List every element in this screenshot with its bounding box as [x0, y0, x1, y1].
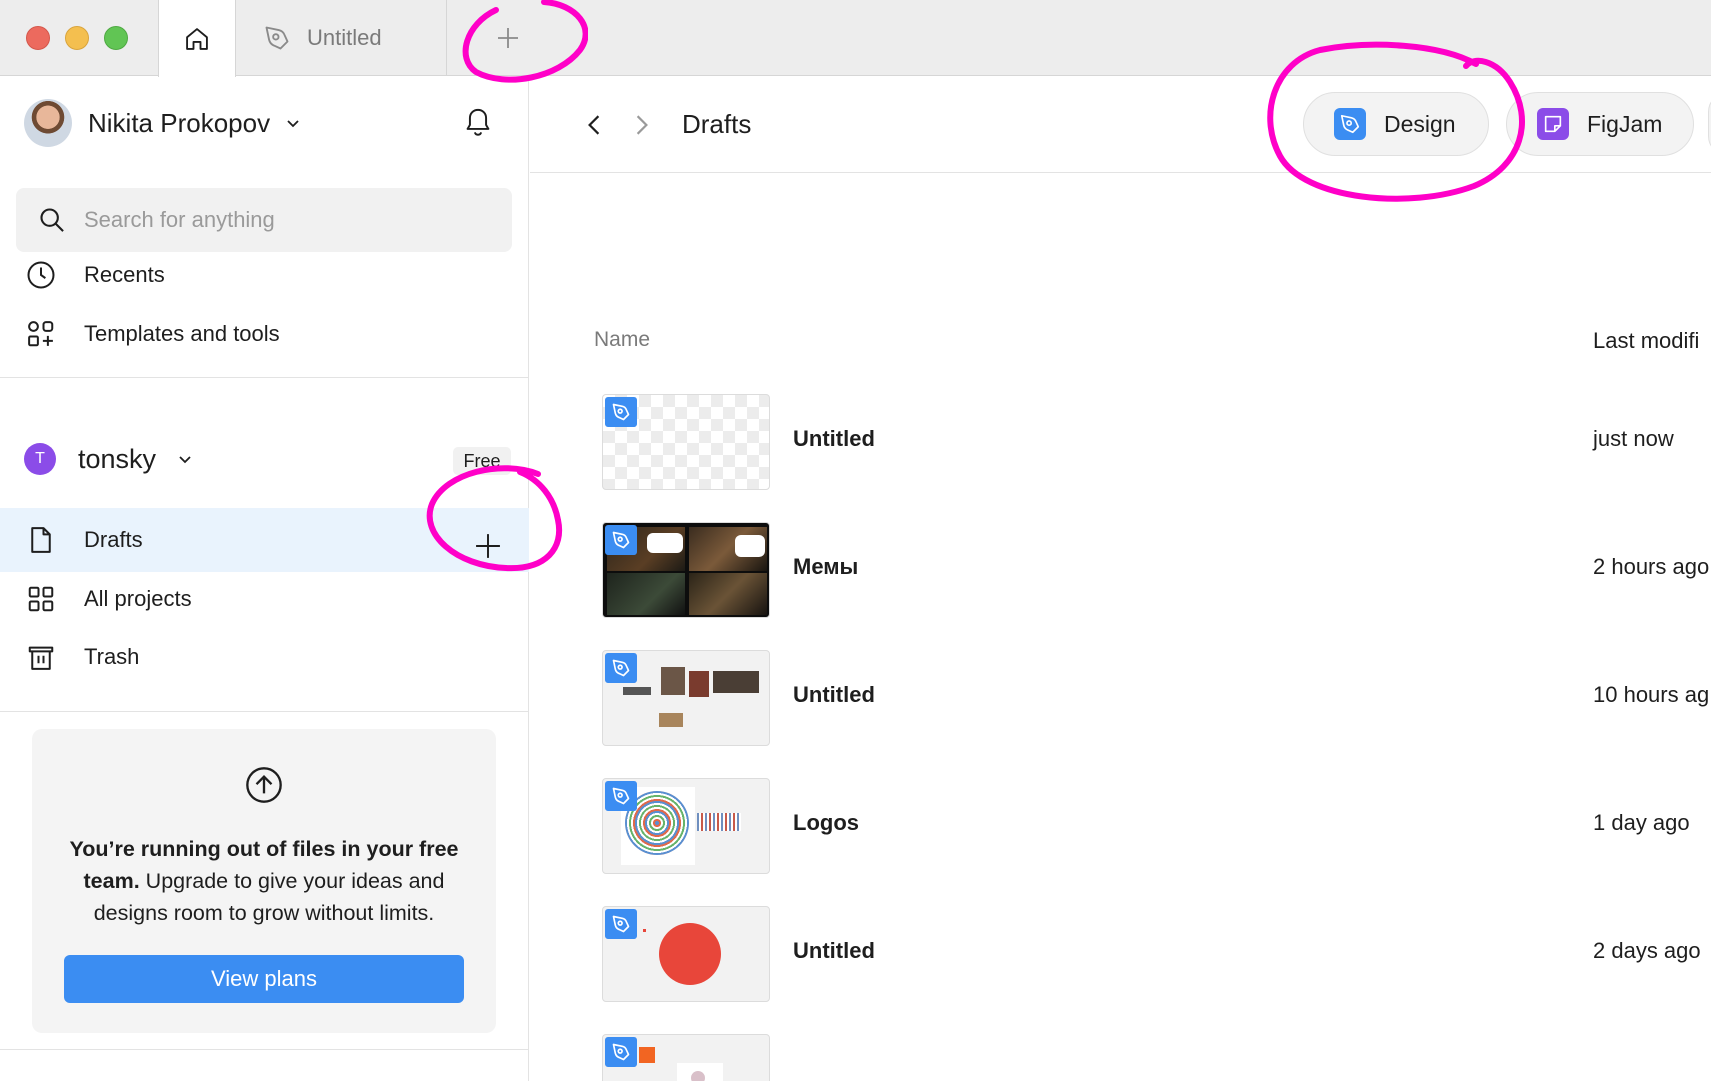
new-draft-button[interactable]: [470, 528, 506, 564]
file-modified: 2 days ago: [1593, 938, 1701, 963]
pen-tool-icon: [265, 26, 289, 50]
sidebar-item-trash[interactable]: Trash: [0, 625, 529, 689]
file-row[interactable]: Logos 1 day ago: [530, 765, 1711, 893]
sidebar-item-all-projects[interactable]: All projects: [0, 567, 529, 631]
chevron-right-icon: [636, 115, 648, 135]
shapes-icon: [26, 319, 56, 349]
file-icon: [26, 525, 56, 555]
upgrade-message: You’re running out of files in your free…: [52, 833, 476, 929]
file-row[interactable]: Untitled 10 hours ag: [530, 637, 1711, 765]
tab-label: Untitled: [307, 25, 382, 50]
view-plans-button[interactable]: View plans: [64, 955, 464, 1003]
search-icon: [40, 208, 64, 232]
sidebar-item-label: All projects: [84, 586, 192, 611]
chevron-down-icon: [287, 120, 299, 128]
figjam-button-label: FigJam: [1587, 110, 1663, 137]
file-row[interactable]: Untitled 2 days ago: [530, 893, 1711, 1021]
file-name: Untitled: [793, 426, 875, 451]
column-header-name[interactable]: Name: [594, 328, 650, 352]
new-tab-button[interactable]: [490, 20, 526, 56]
sidebar-item-recents[interactable]: Recents: [0, 243, 529, 307]
file-thumbnail: [602, 650, 770, 746]
avatar: [24, 99, 72, 147]
file-modified: 10 hours ag: [1593, 682, 1710, 707]
file-name: Untitled: [793, 938, 875, 963]
sidebar: Nikita Prokopov Recents Templates and to…: [0, 77, 529, 1081]
design-file-icon: [605, 909, 637, 939]
account-switcher[interactable]: Nikita Prokopov: [24, 99, 300, 147]
chevron-left-icon: [588, 115, 600, 135]
notifications-button[interactable]: [464, 107, 492, 142]
plus-icon: [498, 28, 518, 48]
zoom-window-button[interactable]: [104, 26, 128, 50]
file-modified: just now: [1593, 426, 1674, 451]
file-thumbnail: [602, 522, 770, 618]
team-switcher[interactable]: T tonsky: [24, 439, 192, 479]
design-icon: [1334, 108, 1366, 140]
plan-badge: Free: [453, 447, 511, 475]
file-thumbnail: [602, 1034, 770, 1081]
forward-button[interactable]: [626, 109, 658, 141]
sidebar-item-label: Recents: [84, 262, 165, 287]
column-header-modified[interactable]: Last modifi: [1593, 328, 1699, 354]
file-modified: 2 hours ago: [1593, 554, 1710, 579]
file-name: Мемы: [793, 554, 859, 579]
file-row[interactable]: Untitled just now: [530, 381, 1711, 509]
plus-icon: [476, 534, 500, 558]
main-header: Drafts Design FigJam: [530, 77, 1711, 173]
new-design-file-button[interactable]: Design: [1303, 92, 1489, 156]
sidebar-item-drafts[interactable]: Drafts: [0, 508, 529, 572]
divider: [0, 377, 529, 378]
user-name: Nikita Prokopov: [88, 107, 271, 138]
tab-home[interactable]: [158, 0, 236, 77]
minimize-window-button[interactable]: [65, 26, 89, 50]
file-row[interactable]: Мемы 2 hours ago: [530, 509, 1711, 637]
design-file-icon: [605, 397, 637, 427]
sidebar-item-label: Trash: [84, 644, 140, 669]
sidebar-item-label: Templates and tools: [84, 321, 280, 346]
design-file-icon: [605, 653, 637, 683]
bell-icon: [466, 108, 490, 136]
upgrade-card: You’re running out of files in your free…: [32, 729, 496, 1033]
upgrade-message-text: Upgrade to give your ideas and designs r…: [93, 869, 445, 925]
tab-untitled[interactable]: Untitled: [237, 0, 447, 76]
title-bar: Untitled: [0, 0, 1711, 77]
sidebar-item-templates[interactable]: Templates and tools: [0, 302, 529, 366]
divider: [0, 711, 529, 712]
close-window-button[interactable]: [26, 26, 50, 50]
file-name: Logos: [793, 810, 859, 835]
page-title: Drafts: [682, 109, 752, 139]
clock-icon: [26, 260, 56, 290]
design-file-icon: [605, 525, 637, 555]
file-thumbnail: [602, 394, 770, 490]
search-input[interactable]: [84, 207, 484, 233]
file-modified: 1 day ago: [1593, 810, 1690, 835]
team-name: tonsky: [78, 443, 157, 474]
chevron-down-icon: [179, 456, 191, 464]
file-thumbnail: [602, 778, 770, 874]
design-file-icon: [605, 1037, 637, 1067]
divider: [0, 1049, 529, 1050]
sticky-note-icon: [1537, 108, 1569, 140]
sidebar-item-label: Drafts: [84, 527, 143, 552]
design-file-icon: [605, 781, 637, 811]
team-avatar: T: [24, 443, 56, 475]
home-icon: [186, 27, 208, 50]
back-button[interactable]: [578, 109, 610, 141]
arrow-up-circle-icon: [246, 767, 282, 803]
file-name: Untitled: [793, 682, 875, 707]
trash-icon: [26, 642, 56, 672]
design-button-label: Design: [1384, 110, 1456, 137]
file-thumbnail: [602, 906, 770, 1002]
grid-icon: [26, 584, 56, 614]
new-figjam-file-button[interactable]: FigJam: [1506, 92, 1694, 156]
file-row[interactable]: [530, 1021, 1711, 1081]
